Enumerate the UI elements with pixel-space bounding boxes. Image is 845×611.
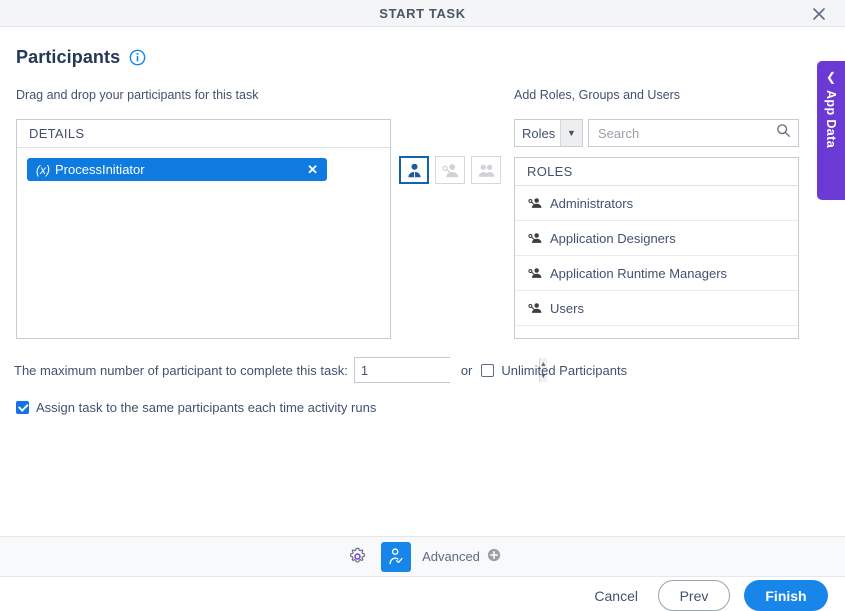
entity-type-select[interactable]: Roles ▼ — [514, 119, 583, 147]
list-item-label: Application Runtime Managers — [550, 265, 728, 281]
or-label: or — [460, 362, 473, 378]
variable-prefix: (x) — [36, 163, 50, 177]
list-item[interactable]: Users — [515, 291, 798, 326]
unlimited-participants-checkbox[interactable] — [481, 363, 495, 377]
dialog-actions: Cancel Prev Finish — [588, 580, 828, 611]
participant-group-icon-button[interactable] — [471, 156, 501, 184]
gear-icon[interactable] — [344, 544, 370, 570]
role-icon — [528, 268, 542, 278]
participant-chip-label: ProcessInitiator — [55, 162, 145, 177]
search-icon[interactable] — [776, 123, 791, 143]
list-item[interactable]: Administrators — [515, 186, 798, 221]
gear-glyph — [349, 547, 365, 563]
list-item-label: Users — [550, 300, 584, 316]
page-title-row: Participants — [0, 27, 845, 68]
participant-chip-label-wrap: (x) ProcessInitiator — [36, 162, 145, 177]
details-header: DETAILS — [17, 120, 390, 148]
close-glyph — [813, 7, 825, 20]
advanced-toggle[interactable]: Advanced — [422, 548, 501, 565]
unlimited-participants-label: Unlimited Participants — [501, 362, 628, 378]
search-input[interactable] — [596, 124, 776, 142]
list-item[interactable]: Application Runtime Managers — [515, 256, 798, 291]
participants-check-glyph — [389, 547, 403, 564]
left-panel-label: Drag and drop your participants for this… — [16, 88, 259, 102]
search-box[interactable] — [588, 119, 799, 147]
roles-list-panel: ROLES Administrators Application Designe… — [514, 157, 799, 339]
entity-type-value: Roles — [522, 125, 556, 141]
max-participants-row: The maximum number of participant to com… — [0, 357, 845, 383]
role-icon — [528, 198, 542, 208]
plus-circle-glyph — [487, 548, 501, 562]
group-icon — [478, 164, 494, 177]
role-icon — [528, 233, 542, 243]
role-icon — [441, 163, 458, 177]
bottom-toolbar: Advanced — [0, 536, 845, 577]
app-data-tab[interactable]: ❮ App Data — [817, 61, 845, 200]
panels-row: Drag and drop your participants for this… — [0, 88, 845, 339]
max-participants-label: The maximum number of participant to com… — [14, 362, 348, 378]
roles-list: Administrators Application Designers App… — [515, 186, 798, 326]
list-item-label: Administrators — [550, 195, 634, 211]
chevron-down-icon[interactable]: ▼ — [560, 120, 582, 146]
app-data-tab-label: App Data — [824, 90, 838, 149]
page-title: Participants — [16, 47, 121, 67]
participants-check-icon[interactable] — [381, 541, 412, 572]
participant-role-icon-button[interactable] — [435, 156, 465, 184]
participant-chip[interactable]: (x) ProcessInitiator ✕ — [27, 158, 327, 181]
max-participants-stepper[interactable]: ▲ ▼ — [353, 357, 547, 383]
list-item[interactable]: Application Designers — [515, 221, 798, 256]
dialog-title: START TASK — [379, 5, 466, 21]
right-column: Add Roles, Groups and Users Roles ▼ Sear… — [514, 88, 799, 339]
details-panel: DETAILS (x) ProcessInitiator ✕ — [16, 119, 391, 339]
finish-button[interactable]: Finish — [744, 580, 828, 611]
plus-circle-icon[interactable] — [487, 548, 501, 565]
role-icon — [528, 303, 542, 313]
participant-user-icon-button[interactable] — [399, 156, 429, 184]
search-row: Roles ▼ — [514, 119, 799, 147]
chevron-left-icon: ❮ — [825, 70, 837, 84]
remove-participant-icon[interactable]: ✕ — [307, 163, 318, 176]
roles-list-header: ROLES — [515, 158, 798, 186]
list-item-label: Application Designers — [550, 230, 676, 246]
right-panel-label: Add Roles, Groups and Users — [514, 88, 681, 102]
user-icon — [407, 163, 421, 177]
left-column: Drag and drop your participants for this… — [16, 88, 501, 339]
info-glyph — [129, 49, 146, 66]
assign-same-participants-label: Assign task to the same participants eac… — [36, 400, 377, 415]
search-glyph — [777, 124, 790, 137]
prev-button[interactable]: Prev — [658, 580, 730, 611]
left-panel-wrap: DETAILS (x) ProcessInitiator ✕ — [16, 119, 501, 339]
participants-drop-area[interactable]: (x) ProcessInitiator ✕ — [17, 148, 390, 181]
close-icon[interactable] — [803, 0, 835, 27]
assign-same-participants-row[interactable]: Assign task to the same participants eac… — [0, 400, 845, 415]
assign-same-participants-checkbox[interactable] — [16, 401, 29, 414]
dialog-body: Participants Drag and drop your particip… — [0, 27, 845, 611]
info-icon[interactable] — [129, 49, 146, 66]
unlimited-participants-row[interactable]: Unlimited Participants — [481, 363, 627, 378]
participant-type-buttons — [399, 156, 501, 184]
dialog-title-bar: START TASK — [0, 0, 845, 27]
cancel-button[interactable]: Cancel — [588, 584, 644, 608]
advanced-label: Advanced — [422, 549, 480, 564]
